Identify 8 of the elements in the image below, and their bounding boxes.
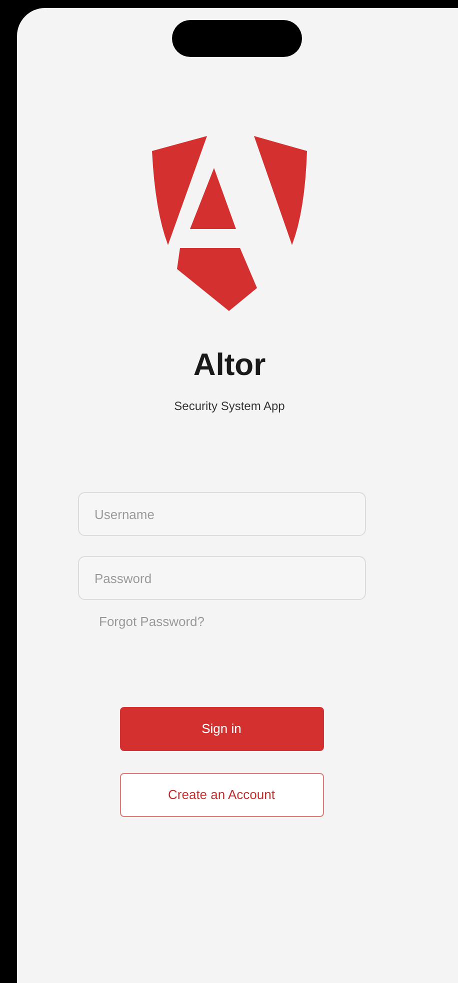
app-subtitle: Security System App [174,400,285,412]
sign-in-button[interactable]: Sign in [120,706,324,750]
shield-logo-icon [150,135,310,313]
text-field[interactable]: Password [78,556,366,600]
create-account-button[interactable]: Create an Account [120,772,324,816]
text-field[interactable]: Username [78,492,366,536]
forgot-password-link[interactable]: Forgot Password? [99,612,204,632]
app-title: Altor [193,349,266,380]
